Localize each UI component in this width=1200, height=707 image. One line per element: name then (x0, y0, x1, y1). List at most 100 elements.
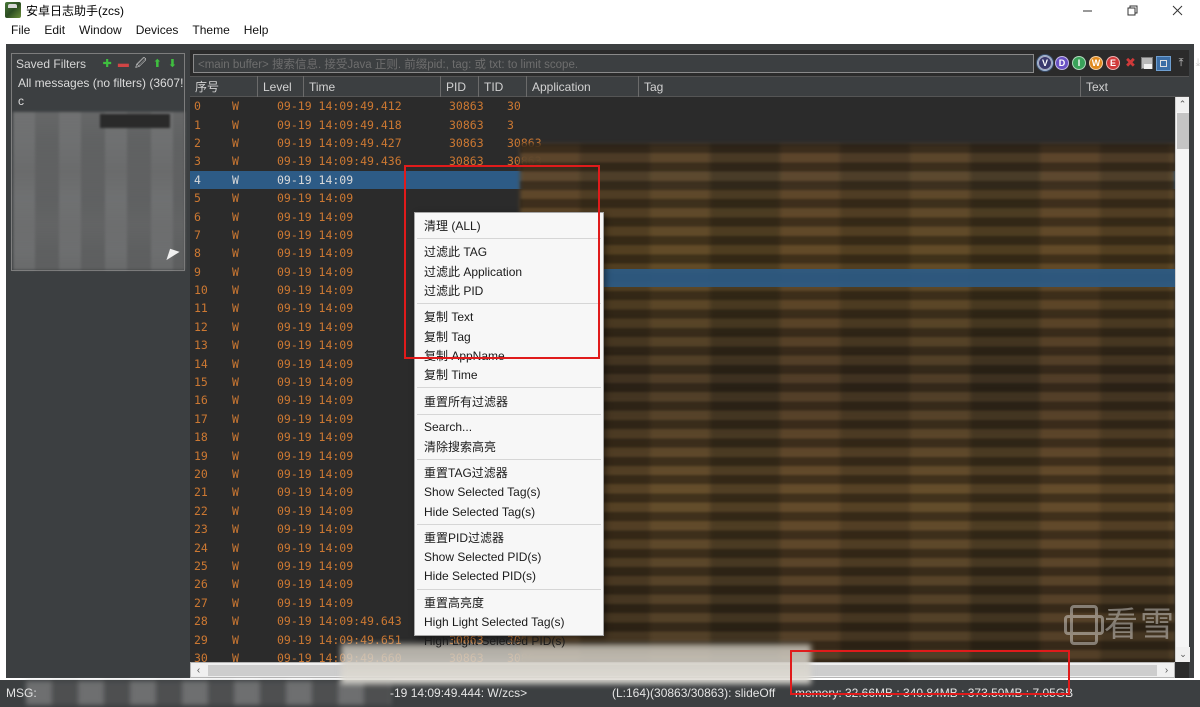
menu-filter-application[interactable]: 过滤此 Application (415, 262, 603, 281)
cell-time: 09-19 14:09 (277, 172, 354, 187)
menu-edit[interactable]: Edit (37, 21, 72, 39)
menu-copy-tag[interactable]: 复制 Tag (415, 326, 603, 345)
vertical-scrollbar-thumb[interactable] (1177, 113, 1189, 149)
column-header-pid[interactable]: PID (441, 76, 479, 97)
log-table-body[interactable]: 0 W 09-19 14:09:49.412 30863 30 1 W 09-19 14:09… (190, 97, 1175, 662)
menu-hide-selected-pids[interactable]: Hide Selected PID(s) (415, 567, 603, 586)
cell-time: 09-19 14:09:49.412 (277, 99, 402, 114)
menu-file[interactable]: File (4, 21, 37, 39)
menu-search[interactable]: Search... (415, 418, 603, 437)
sidebar-item-all-messages[interactable]: All messages (no filters) (3607! (12, 74, 184, 92)
toggle-panel-icon[interactable] (1156, 55, 1171, 71)
cell-level: W (232, 614, 239, 629)
cell-index: 27 (194, 595, 208, 610)
cell-level: W (232, 209, 239, 224)
cell-index: 11 (194, 301, 208, 316)
menu-theme[interactable]: Theme (185, 21, 236, 39)
cell-level: W (232, 99, 239, 114)
log-vertical-scrollbar[interactable]: ⌃ ⌄ (1175, 97, 1190, 662)
table-row[interactable]: 0 W 09-19 14:09:49.412 30863 30 (190, 97, 1175, 115)
column-header-application[interactable]: Application (527, 76, 639, 97)
android-app-icon (5, 2, 21, 18)
status-message: MSG: -19 14:09:49.444: W/zcs> (6, 686, 527, 700)
cell-level: W (232, 246, 239, 261)
menu-copy-time[interactable]: 复制 Time (415, 365, 603, 384)
cell-level: W (232, 650, 239, 662)
scroll-top-icon[interactable]: ⤒ (1174, 57, 1188, 70)
menu-highlight-selected-tags[interactable]: High Light Selected Tag(s) (415, 612, 603, 631)
maximize-button[interactable] (1110, 0, 1155, 20)
menu-filter-pid[interactable]: 过滤此 PID (415, 281, 603, 300)
search-input[interactable]: <main buffer> 搜索信息. 接受Java 正则. 前缀pid:, t… (193, 54, 1034, 73)
menu-show-selected-tags[interactable]: Show Selected Tag(s) (415, 483, 603, 502)
save-log-icon[interactable] (1141, 57, 1153, 69)
scroll-bottom-icon[interactable]: ⤓ (1191, 57, 1200, 70)
minimize-button[interactable] (1065, 0, 1110, 20)
menu-reset-all-filters[interactable]: 重置所有过滤器 (415, 391, 603, 410)
menu-copy-text[interactable]: 复制 Text (415, 307, 603, 326)
remove-filter-icon[interactable]: ▬ (118, 58, 129, 70)
cell-index: 10 (194, 283, 208, 298)
move-down-icon[interactable]: ⬇ (168, 58, 177, 70)
context-menu[interactable]: 清理 (ALL) 过滤此 TAG 过滤此 Application 过滤此 PID 复制 … (414, 212, 604, 648)
column-header-tid[interactable]: TID (479, 76, 527, 97)
cell-index: 29 (194, 632, 208, 647)
column-header-time[interactable]: Time (304, 76, 441, 97)
menu-highlight-selected-pids[interactable]: High Light Selected PID(s) (415, 632, 603, 651)
cell-index: 15 (194, 375, 208, 390)
scroll-down-icon[interactable]: ⌄ (1176, 647, 1190, 662)
clear-log-icon[interactable]: ✖ (1123, 55, 1138, 70)
log-level-info[interactable]: I (1072, 56, 1086, 70)
log-level-warn[interactable]: W (1089, 56, 1103, 70)
cell-tid: 30 (507, 99, 521, 114)
column-header-level[interactable]: Level (258, 76, 304, 97)
cell-index: 9 (194, 264, 201, 279)
cell-index: 14 (194, 356, 208, 371)
log-level-error[interactable]: E (1106, 56, 1120, 70)
status-message-tail: -19 14:09:49.444: W/zcs> (390, 686, 528, 700)
move-up-icon[interactable]: ⬆ (153, 58, 162, 70)
status-message-prefix: MSG: (6, 686, 41, 700)
menu-reset-tag-filter[interactable]: 重置TAG过滤器 (415, 463, 603, 482)
menu-reset-pid-filter[interactable]: 重置PID过滤器 (415, 528, 603, 547)
log-scroll-right-icon[interactable]: › (1159, 663, 1174, 677)
menu-hide-selected-tags[interactable]: Hide Selected Tag(s) (415, 502, 603, 521)
menu-devices[interactable]: Devices (129, 21, 186, 39)
scroll-up-icon[interactable]: ⌃ (1176, 97, 1189, 112)
add-filter-icon[interactable]: ✚ (103, 58, 112, 70)
cell-pid: 30863 (449, 99, 484, 114)
menu-window[interactable]: Window (72, 21, 129, 39)
cell-index: 21 (194, 485, 208, 500)
menu-reset-highlight[interactable]: 重置高亮度 (415, 593, 603, 612)
menu-clear-search-highlight[interactable]: 清除搜索高亮 (415, 437, 603, 456)
selected-row-highlight (520, 269, 1175, 287)
cell-level: W (232, 338, 239, 353)
edit-filter-icon[interactable]: 🖉 (135, 58, 147, 70)
context-menu-separator (417, 238, 601, 240)
menu-help[interactable]: Help (237, 21, 276, 39)
menu-clear-all[interactable]: 清理 (ALL) (415, 216, 603, 235)
column-header-tag[interactable]: Tag (639, 76, 1081, 97)
cell-level: W (232, 595, 239, 610)
context-menu-separator (417, 459, 601, 461)
cell-level: W (232, 191, 239, 206)
log-panel: <main buffer> 搜索信息. 接受Java 正则. 前缀pid:, t… (190, 50, 1200, 678)
menu-show-selected-pids[interactable]: Show Selected PID(s) (415, 547, 603, 566)
sidebar-item-custom[interactable]: c (12, 92, 184, 110)
cell-time: 09-19 14:09:49.436 (277, 154, 402, 169)
close-button[interactable] (1155, 0, 1200, 20)
log-level-debug[interactable]: D (1055, 56, 1069, 70)
menu-copy-appname[interactable]: 复制 AppName (415, 346, 603, 365)
log-scroll-left-icon[interactable]: ‹ (191, 663, 206, 677)
cell-index: 17 (194, 411, 208, 426)
cell-index: 22 (194, 503, 208, 518)
log-level-verbose[interactable]: V (1037, 55, 1053, 71)
main-frame: Saved Filters ✚ ▬ 🖉 ⬆ ⬇ All messages (no… (0, 40, 1200, 707)
column-header-index[interactable]: 序号 (190, 76, 258, 97)
cell-level: W (232, 154, 239, 169)
column-header-text[interactable]: Text (1081, 76, 1181, 97)
menu-filter-tag[interactable]: 过滤此 TAG (415, 242, 603, 261)
cell-index: 2 (194, 135, 201, 150)
menu-bar: File Edit Window Devices Theme Help (0, 20, 1200, 40)
table-row[interactable]: 1 W 09-19 14:09:49.418 30863 3 (190, 115, 1175, 133)
